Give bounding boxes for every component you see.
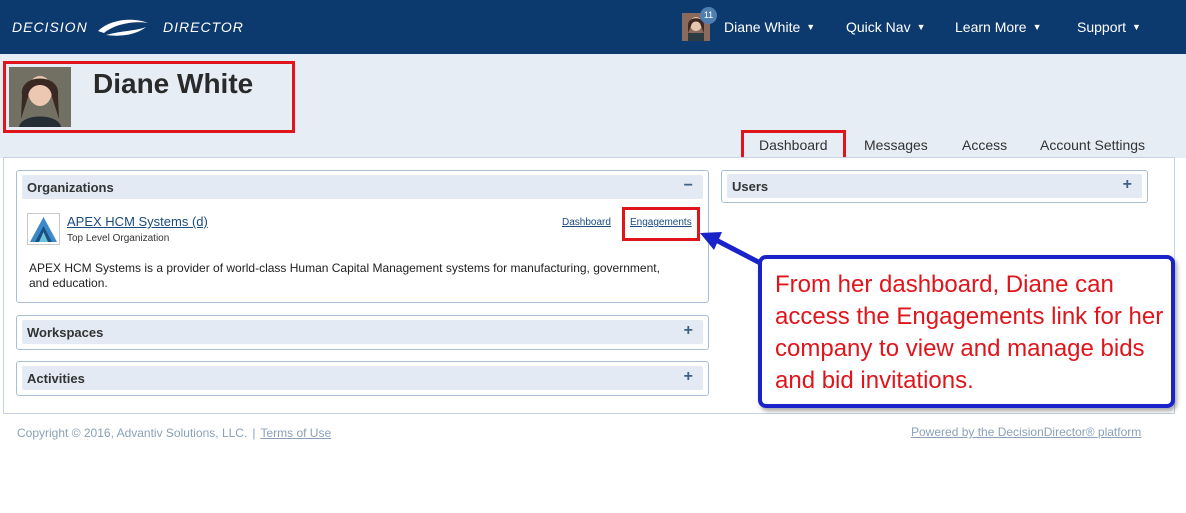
footer-copyright: Copyright © 2016, Advantiv Solutions, LL… — [17, 426, 331, 440]
copyright-text: Copyright © 2016, Advantiv Solutions, LL… — [17, 426, 248, 440]
annotation-callout: From her dashboard, Diane can access the… — [758, 255, 1175, 408]
powered-by-link[interactable]: Powered by the DecisionDirector® platfor… — [911, 425, 1141, 439]
footer-separator: | — [252, 426, 256, 440]
terms-of-use-link[interactable]: Terms of Use — [260, 426, 331, 440]
callout-text: From her dashboard, Diane can access the… — [775, 271, 1164, 394]
